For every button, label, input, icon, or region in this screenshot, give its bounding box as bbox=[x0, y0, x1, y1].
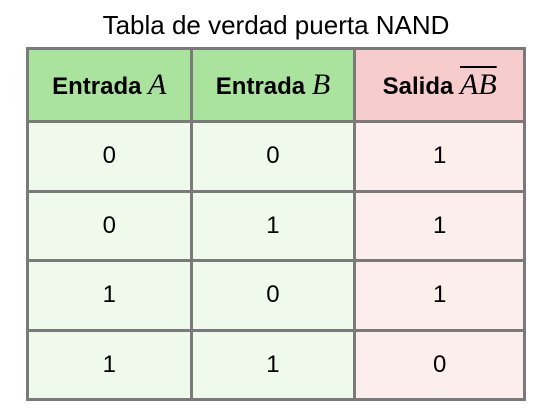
header-output: Salida AB bbox=[353, 47, 526, 123]
table-row: 1 1 0 bbox=[26, 328, 526, 401]
header-input-a-label: Entrada bbox=[52, 73, 142, 100]
cell-output: 0 bbox=[353, 328, 526, 401]
cell-input-b: 0 bbox=[189, 259, 357, 332]
header-input-b-symbol: B bbox=[311, 68, 331, 101]
header-input-a: Entrada A bbox=[26, 47, 193, 123]
cell-input-a: 0 bbox=[26, 189, 193, 262]
nand-truth-table: Entrada A Entrada B Salida AB 0 0 1 0 1 … bbox=[26, 47, 526, 401]
cell-input-a: 1 bbox=[26, 259, 193, 332]
cell-input-b: 1 bbox=[189, 189, 357, 262]
cell-output: 1 bbox=[353, 259, 526, 332]
cell-output: 1 bbox=[353, 120, 526, 193]
header-output-label: Salida bbox=[382, 73, 454, 100]
table-row: 1 0 1 bbox=[26, 259, 526, 332]
header-input-b: Entrada B bbox=[189, 47, 357, 123]
header-row: Entrada A Entrada B Salida AB bbox=[26, 47, 526, 123]
table-caption: Tabla de verdad puerta NAND bbox=[102, 10, 450, 40]
cell-input-a: 1 bbox=[26, 328, 193, 401]
cell-input-b: 1 bbox=[189, 328, 357, 401]
header-input-b-label: Entrada bbox=[215, 73, 306, 100]
cell-input-a: 0 bbox=[26, 120, 193, 193]
header-output-symbol: AB bbox=[460, 68, 497, 101]
table-row: 0 1 1 bbox=[26, 189, 526, 262]
header-input-a-symbol: A bbox=[148, 68, 167, 101]
cell-input-b: 0 bbox=[189, 120, 357, 193]
table-row: 0 0 1 bbox=[26, 120, 526, 193]
cell-output: 1 bbox=[353, 189, 526, 262]
